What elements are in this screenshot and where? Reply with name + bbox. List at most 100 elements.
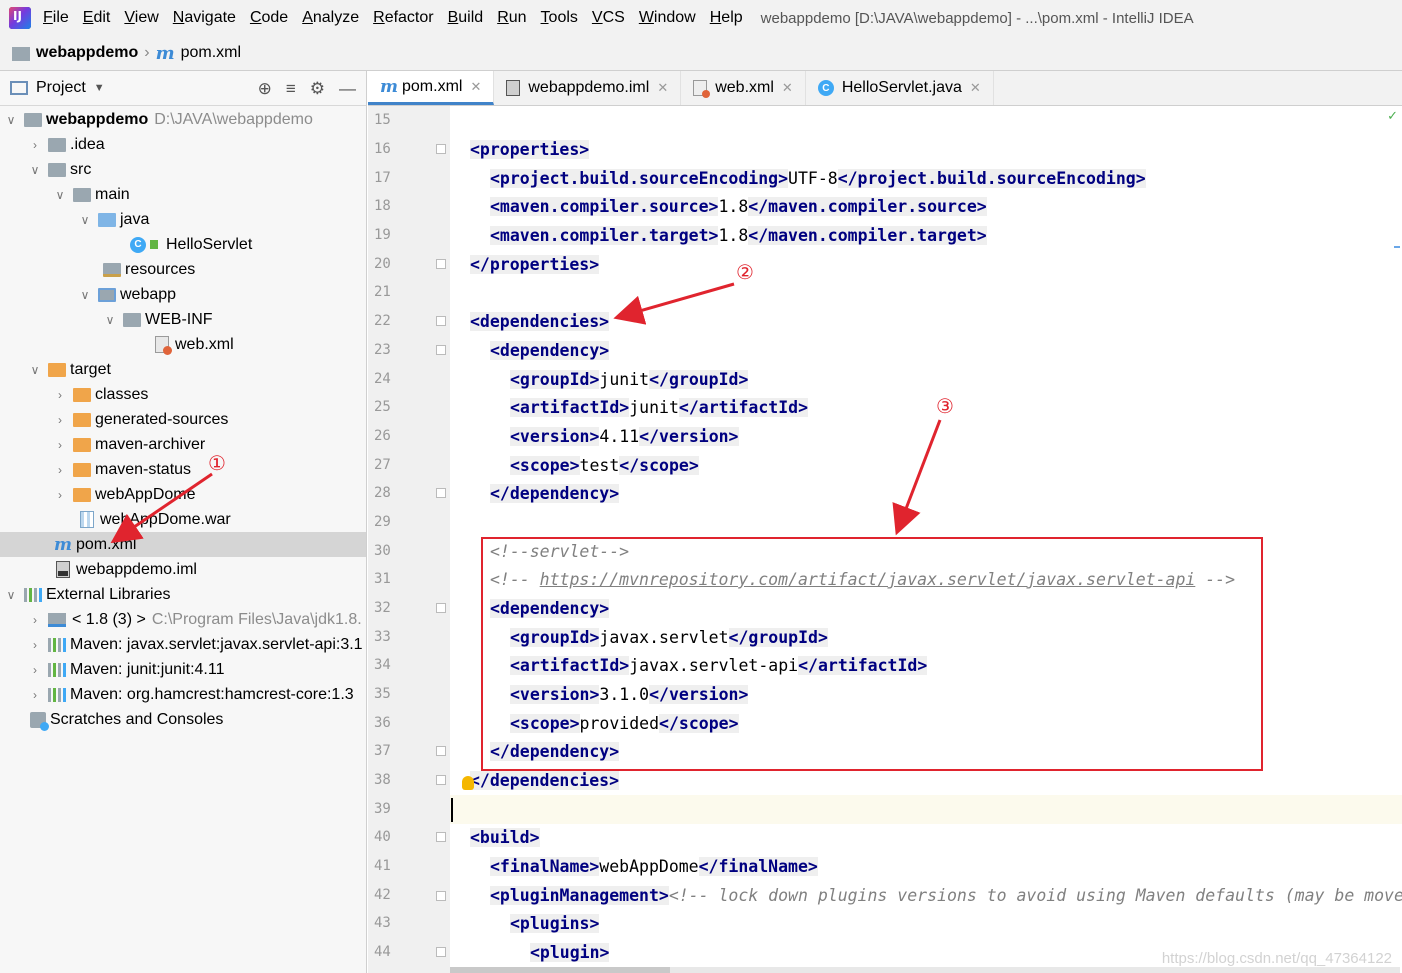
fold-marker-icon[interactable] bbox=[436, 832, 446, 842]
locate-icon[interactable]: ⊕ bbox=[258, 79, 272, 99]
fold-marker-icon[interactable] bbox=[436, 603, 446, 613]
current-line-highlight bbox=[450, 795, 1402, 824]
tree-item-generated-sources[interactable]: › generated-sources bbox=[0, 407, 366, 432]
fold-marker-icon[interactable] bbox=[436, 775, 446, 785]
tree-item-src[interactable]: ∨ src bbox=[0, 157, 366, 182]
scrollbar-thumb[interactable] bbox=[450, 967, 670, 973]
chevron-down-icon[interactable]: ∨ bbox=[28, 163, 42, 177]
tree-item-lib-junit[interactable]: › Maven: junit:junit:4.11 bbox=[0, 657, 366, 682]
tree-label: .idea bbox=[70, 135, 105, 153]
chevron-right-icon[interactable]: › bbox=[28, 688, 42, 702]
tree-item-webappdome[interactable]: › webAppDome bbox=[0, 482, 366, 507]
chevron-down-icon[interactable]: ▼ bbox=[94, 82, 105, 94]
tree-item-war[interactable]: webAppDome.war bbox=[0, 507, 366, 532]
tree-item-maven-status[interactable]: › maven-status bbox=[0, 457, 366, 482]
tab-pom-xml[interactable]: m pom.xml ✕ bbox=[368, 71, 495, 105]
chevron-down-icon[interactable]: ∨ bbox=[78, 213, 92, 227]
menu-help[interactable]: Help bbox=[710, 9, 743, 27]
chevron-down-icon[interactable]: ∨ bbox=[4, 113, 18, 127]
menu-tools[interactable]: Tools bbox=[541, 9, 578, 27]
tab-helloservlet-java[interactable]: C HelloServlet.java ✕ bbox=[806, 71, 994, 105]
close-icon[interactable]: ✕ bbox=[782, 80, 793, 96]
tree-item-webapp[interactable]: ∨ webapp bbox=[0, 282, 366, 307]
chevron-down-icon[interactable]: ∨ bbox=[28, 363, 42, 377]
tree-item-external-libraries[interactable]: ∨ External Libraries bbox=[0, 582, 366, 607]
menu-edit[interactable]: Edit bbox=[83, 9, 111, 27]
tree-item-webinf[interactable]: ∨ WEB-INF bbox=[0, 307, 366, 332]
chevron-down-icon[interactable]: ∨ bbox=[4, 588, 18, 602]
menu-analyze[interactable]: Analyze bbox=[302, 9, 359, 27]
line-number-gutter: 15 16 17 18 19 20 21 22 23 24 25 26 27 2… bbox=[368, 106, 450, 973]
fold-marker-icon[interactable] bbox=[436, 891, 446, 901]
tree-item-lib-servlet[interactable]: › Maven: javax.servlet:javax.servlet-api… bbox=[0, 632, 366, 657]
menu-window[interactable]: Window bbox=[639, 9, 696, 27]
tab-webappdemo-iml[interactable]: webappdemo.iml ✕ bbox=[494, 71, 682, 105]
lightbulb-icon[interactable] bbox=[462, 776, 474, 790]
code-line: <plugin> bbox=[530, 943, 610, 962]
chevron-down-icon[interactable]: ∨ bbox=[53, 188, 67, 202]
horizontal-scrollbar[interactable] bbox=[450, 967, 1400, 973]
fold-marker-icon[interactable] bbox=[436, 488, 446, 498]
chevron-right-icon[interactable]: › bbox=[28, 638, 42, 652]
chevron-right-icon[interactable]: › bbox=[53, 463, 67, 477]
excluded-folder-icon bbox=[73, 412, 91, 427]
tree-item-scratches[interactable]: Scratches and Consoles bbox=[0, 707, 366, 732]
fold-marker-icon[interactable] bbox=[436, 345, 446, 355]
code-line: <scope>test</scope> bbox=[510, 456, 699, 475]
tree-item-maven-archiver[interactable]: › maven-archiver bbox=[0, 432, 366, 457]
minimize-icon[interactable]: — bbox=[339, 79, 356, 99]
tree-item-target[interactable]: ∨ target bbox=[0, 357, 366, 382]
menu-code[interactable]: Code bbox=[250, 9, 288, 27]
menu-build[interactable]: Build bbox=[448, 9, 484, 27]
menu-run[interactable]: Run bbox=[497, 9, 526, 27]
chevron-down-icon[interactable]: ∨ bbox=[103, 313, 117, 327]
java-class-icon: C bbox=[130, 236, 146, 253]
chevron-right-icon[interactable]: › bbox=[53, 438, 67, 452]
tree-item-webxml[interactable]: web.xml bbox=[0, 332, 366, 357]
menu-vcs[interactable]: VCS bbox=[592, 9, 625, 27]
line-number: 36 bbox=[374, 715, 391, 731]
close-icon[interactable]: ✕ bbox=[970, 80, 981, 96]
menu-navigate[interactable]: Navigate bbox=[173, 9, 236, 27]
tree-item-java[interactable]: ∨ java bbox=[0, 207, 366, 232]
module-file-icon bbox=[506, 80, 521, 96]
chevron-right-icon[interactable]: › bbox=[53, 388, 67, 402]
tree-item-main[interactable]: ∨ main bbox=[0, 182, 366, 207]
menu-file[interactable]: File bbox=[43, 9, 69, 27]
fold-marker-icon[interactable] bbox=[436, 144, 446, 154]
tree-item-helloservlet[interactable]: C HelloServlet bbox=[0, 232, 366, 257]
chevron-right-icon[interactable]: › bbox=[53, 488, 67, 502]
chevron-right-icon[interactable]: › bbox=[53, 413, 67, 427]
menu-view[interactable]: View bbox=[124, 9, 158, 27]
breadcrumb-project[interactable]: webappdemo bbox=[36, 44, 138, 62]
chevron-right-icon[interactable]: › bbox=[28, 613, 42, 627]
fold-marker-icon[interactable] bbox=[436, 746, 446, 756]
code-line: <build> bbox=[470, 828, 540, 847]
gear-icon[interactable]: ⚙ bbox=[310, 79, 325, 99]
chevron-right-icon[interactable]: › bbox=[28, 138, 42, 152]
close-icon[interactable]: ✕ bbox=[470, 79, 481, 95]
tab-web-xml[interactable]: web.xml ✕ bbox=[681, 71, 806, 105]
tree-item-resources[interactable]: resources bbox=[0, 257, 366, 282]
fold-marker-icon[interactable] bbox=[436, 947, 446, 957]
tree-item-root[interactable]: ∨ webappdemo D:\JAVA\webappdemo bbox=[0, 107, 366, 132]
code-line: <properties> bbox=[470, 140, 590, 159]
tree-item-idea[interactable]: › .idea bbox=[0, 132, 366, 157]
collapse-all-icon[interactable]: ≡ bbox=[286, 79, 296, 99]
chevron-down-icon[interactable]: ∨ bbox=[78, 288, 92, 302]
watermark: https://blog.csdn.net/qq_47364122 bbox=[1161, 950, 1392, 967]
fold-marker-icon[interactable] bbox=[436, 259, 446, 269]
project-view-selector[interactable]: Project bbox=[36, 79, 86, 97]
fold-marker-icon[interactable] bbox=[436, 316, 446, 326]
menu-refactor[interactable]: Refactor bbox=[373, 9, 433, 27]
tree-item-classes[interactable]: › classes bbox=[0, 382, 366, 407]
excluded-folder-icon bbox=[48, 362, 66, 377]
close-icon[interactable]: ✕ bbox=[657, 80, 668, 96]
breadcrumb-file[interactable]: pom.xml bbox=[181, 44, 241, 62]
tree-item-pom[interactable]: m pom.xml bbox=[0, 532, 366, 557]
chevron-right-icon[interactable]: › bbox=[28, 663, 42, 677]
tree-item-jdk[interactable]: › < 1.8 (3) > C:\Program Files\Java\jdk1… bbox=[0, 607, 366, 632]
tree-item-iml[interactable]: webappdemo.iml bbox=[0, 557, 366, 582]
tree-item-lib-hamcrest[interactable]: › Maven: org.hamcrest:hamcrest-core:1.3 bbox=[0, 682, 366, 707]
code-line: <pluginManagement><!-- lock down plugins… bbox=[490, 886, 1402, 905]
